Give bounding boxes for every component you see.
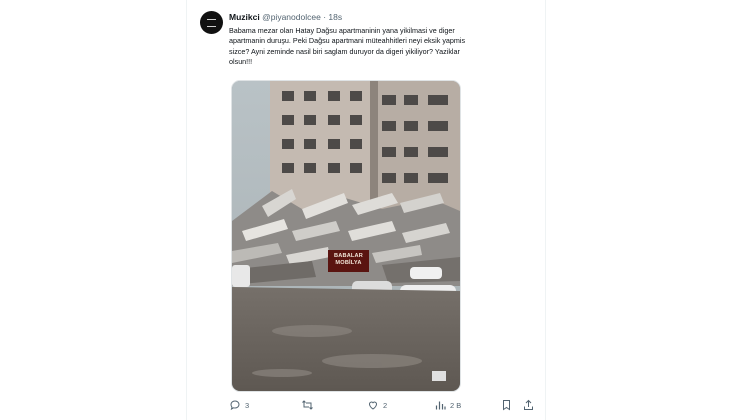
reply-button[interactable]: 3 <box>229 398 249 412</box>
tweet-card[interactable]: Muzikci @piyanodolcee · 18s Babama mezar… <box>186 0 546 420</box>
like-icon <box>368 401 378 410</box>
sign-line-1: BABALAR <box>333 253 364 259</box>
avatar-logo-icon <box>207 18 216 27</box>
reply-count: 3 <box>245 400 250 410</box>
share-button[interactable] <box>523 398 534 412</box>
reply-icon <box>230 400 240 411</box>
collapsed-building-photo <box>232 81 460 391</box>
shop-sign: BABALAR MOBİLYA <box>328 250 369 272</box>
tweet-header: Muzikci @piyanodolcee · 18s <box>229 12 342 23</box>
view-count: 2 B <box>450 400 462 410</box>
retweet-icon <box>302 400 313 410</box>
like-count: 2 <box>383 400 388 410</box>
page: Muzikci @piyanodolcee · 18s Babama mezar… <box>0 0 730 420</box>
author-handle[interactable]: @piyanodolcee <box>262 12 321 22</box>
tweet-timestamp[interactable]: 18s <box>328 12 342 22</box>
sign-line-2: MOBİLYA <box>335 260 362 266</box>
header-separator: · <box>323 12 327 22</box>
share-icon <box>524 399 533 410</box>
tweet-text: Babama mezar olan Hatay Dağsu apartmanin… <box>229 26 466 67</box>
avatar[interactable] <box>200 11 223 34</box>
views-button[interactable]: 2 B <box>435 398 461 412</box>
views-icon <box>435 401 446 410</box>
retweet-button[interactable] <box>301 398 318 412</box>
author-name[interactable]: Muzikci <box>229 12 260 22</box>
tweet-actions: 3 2 2 B <box>229 398 539 412</box>
bookmark-button[interactable] <box>501 398 512 412</box>
bookmark-icon <box>503 400 510 411</box>
tweet-media-image[interactable]: BABALAR MOBİLYA <box>231 80 461 392</box>
like-button[interactable]: 2 <box>367 398 387 412</box>
